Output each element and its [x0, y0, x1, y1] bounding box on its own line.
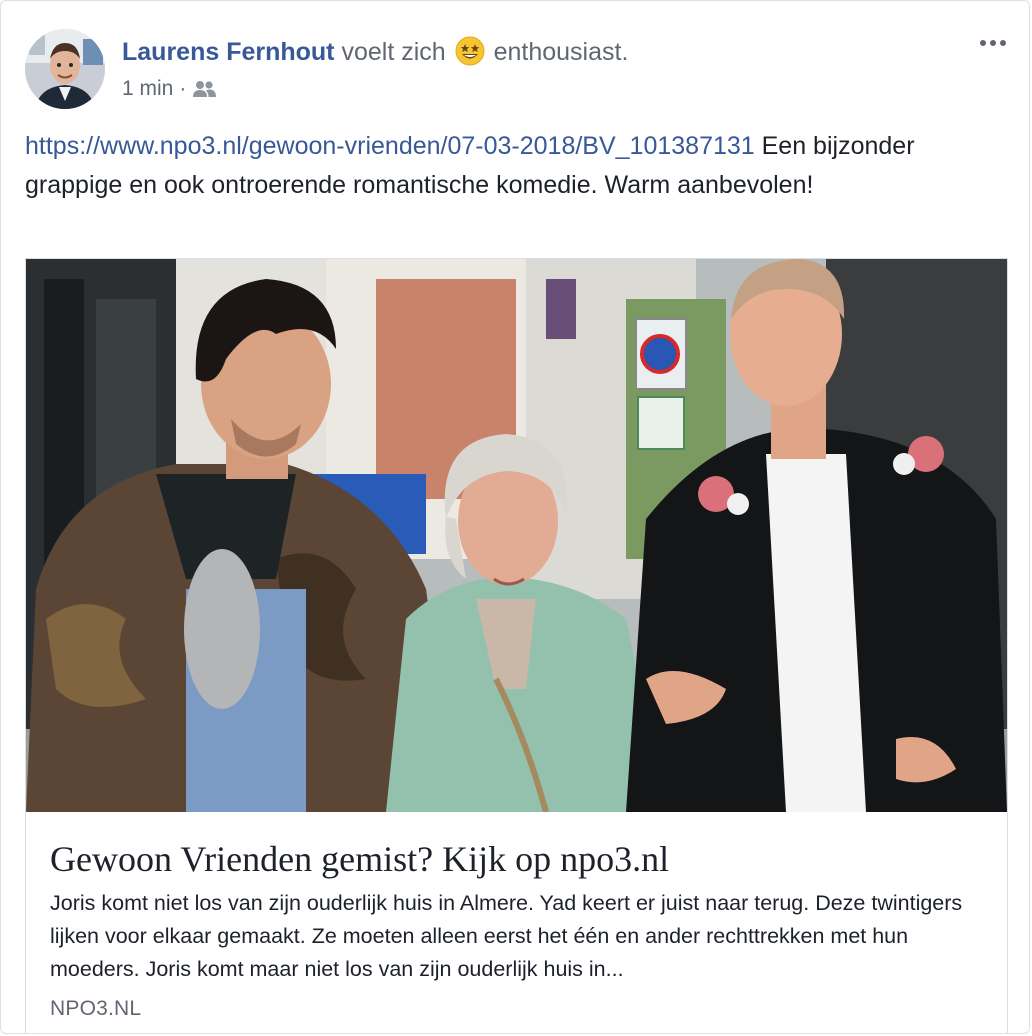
post-link[interactable]: https://www.npo3.nl/gewoon-vrienden/07-0… — [25, 132, 755, 160]
post-text: https://www.npo3.nl/gewoon-vrienden/07-0… — [25, 127, 995, 204]
link-preview-description: Joris komt niet los van zijn ouderlijk h… — [50, 891, 963, 981]
link-preview-card[interactable]: Gewoon Vrienden gemist? Kijk op npo3.nl … — [25, 258, 1008, 1033]
more-options-icon[interactable] — [975, 33, 1011, 53]
post-timestamp[interactable]: 1 min — [122, 76, 173, 102]
facebook-post: Laurens Fernhout voelt zich enthousiast.… — [0, 0, 1030, 1034]
feeling-label[interactable]: enthousiast. — [494, 38, 629, 66]
meta-separator: · — [179, 77, 187, 100]
author-avatar[interactable] — [25, 29, 105, 109]
dot — [990, 40, 996, 46]
link-preview-image[interactable] — [26, 259, 1007, 812]
author-name[interactable]: Laurens Fernhout — [122, 38, 335, 66]
feeling-prefix: voelt zich — [341, 38, 446, 66]
dot — [1000, 40, 1006, 46]
dot — [980, 40, 986, 46]
post-header: Laurens Fernhout voelt zich enthousiast. — [122, 36, 628, 68]
link-preview-title[interactable]: Gewoon Vrienden gemist? Kijk op npo3.nl — [50, 837, 990, 881]
friends-icon[interactable] — [192, 79, 218, 99]
star-struck-emoji-icon — [455, 36, 485, 66]
post-meta: 1 min · — [122, 76, 218, 102]
link-preview-domain: NPO3.NL — [50, 997, 142, 1020]
